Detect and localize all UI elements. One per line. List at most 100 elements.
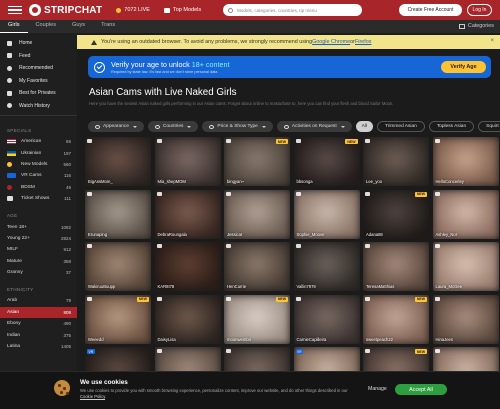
tab-couples[interactable]: Couples [28,20,65,33]
model-card[interactable]: Mia_shepMOM [154,137,221,186]
ethnicity-heading: ETHNICITY [7,287,34,293]
search-icon [228,7,233,13]
tag-all[interactable]: All [355,121,373,132]
filter-label: Price & Show Type [217,124,258,129]
new-badge: NEW [414,191,427,197]
tag-trimmed-asian[interactable]: Trimmed Asian [377,121,425,132]
firefox-link[interactable]: Firefox [355,39,371,45]
sidebar-item-asian[interactable]: Asian 808 [0,306,77,319]
cookie-title: We use cookies [80,379,128,386]
model-card[interactable]: Sophie_Moove [293,189,360,239]
sidebar-item-best-privates[interactable]: Best for Privates [0,87,77,100]
model-card[interactable]: HelloConcerley [432,137,499,186]
categories-button[interactable]: Categories [458,23,494,29]
cookie-icon [54,380,70,396]
menu-icon[interactable] [8,5,22,15]
sidebar-item-young[interactable]: Young 22+ 2824 [0,233,77,244]
camera-icon [87,191,92,196]
chrome-link[interactable]: Google Chrome [312,39,350,45]
price-icon [209,124,215,129]
sidebar-item-bdsm[interactable]: BDSM 49 [0,182,77,193]
close-icon[interactable]: × [490,38,494,44]
sidebar-item-indian[interactable]: Indian 375 [0,329,77,340]
sidebar-item-ebony[interactable]: Ebony 490 [0,318,77,329]
model-card[interactable]: HenCurrie [224,242,290,291]
cookie-policy-link[interactable]: Cookie Policy [80,394,105,399]
sidebar-item-recommended[interactable]: Recommended [0,62,77,75]
camera-icon [365,191,370,196]
model-name: DaisyLisa [157,336,176,342]
model-name: Adana88 [366,231,383,237]
model-card[interactable]: DaisyLisa [154,294,221,344]
model-card[interactable]: WakiruuBuupp [85,242,151,291]
model-card[interactable]: NEW bbsonga [293,137,360,186]
model-name: Vallin7979 [296,284,316,289]
model-card[interactable]: KAR8I78 [154,242,221,291]
top-models-link[interactable]: Top Models [163,7,201,13]
model-card[interactable]: Ashley_Nor [432,189,499,239]
sidebar-item-label: Best for Privates [19,90,56,97]
countries-filter[interactable]: Countries [147,121,199,132]
camera-icon [156,349,162,353]
model-card[interactable]: BigAssMom_ [85,137,151,186]
sidebar-item-ukrainian[interactable]: Ukrainian 197 [0,147,77,158]
manage-cookies-button[interactable]: Manage [368,386,387,392]
sidebar-item-watch-history[interactable]: Watch History [0,100,77,113]
model-card[interactable]: Jessicat [224,189,290,239]
model-card[interactable]: NEW moonwembri [224,294,290,344]
brand-logo[interactable]: STRIPCHAT [29,4,102,16]
sidebar-item-feed[interactable]: Feed [0,50,77,63]
model-card[interactable]: Lee_yoo [363,137,429,186]
sidebar-item-vr-cams[interactable]: VR Cams 116 [0,170,77,181]
model-card[interactable]: TeresaMatthias [363,242,429,291]
model-card[interactable]: NEW sweetpeach22 [363,294,429,344]
model-card[interactable]: NEW bingyan~ [224,137,290,186]
tag-squirt-asian[interactable]: Squirt Asian [478,121,500,132]
model-name: BigAssMom_ [88,179,113,184]
sidebar-item-mature[interactable]: Mature 358 [0,256,77,267]
sidebar-item-american[interactable]: American 65 [0,136,77,147]
sidebar-item-teen[interactable]: Teen 18+ 1082 [0,221,77,232]
appearance-filter[interactable]: Appearance [88,121,144,132]
sidebar-item-home[interactable]: Home [0,37,77,50]
model-card[interactable]: CarnieCapilleira [293,294,360,344]
model-card[interactable]: Laura_McGee [432,242,499,291]
eye-icon [95,124,100,129]
model-name: Ashley_Nor [435,231,458,237]
tag-topless-asian[interactable]: Topless Asian [428,121,475,132]
sidebar-item-granny[interactable]: Granny 37 [0,267,77,278]
price-show-filter[interactable]: Price & Show Type [202,121,273,132]
model-card[interactable]: NEW Weeedd [85,294,151,344]
camera-icon [434,349,440,353]
model-name: Lee_yoo [366,179,383,184]
sidebar-item-new-models[interactable]: New Models 560 [0,159,77,170]
cookie-text-end: . [105,394,107,399]
sidebar-item-ticket-shows[interactable]: Ticket Shows 111 [0,193,77,204]
camera-icon [156,191,162,196]
accept-all-button[interactable]: Accept All [395,384,447,395]
model-name: sweetpeach22 [366,336,394,342]
tab-girls[interactable]: Girls [0,20,28,33]
verify-subtitle: Required by state law. It's fast and we … [111,70,218,74]
tab-trans[interactable]: Trans [93,20,123,33]
create-account-button[interactable]: Create Free Account [399,4,462,16]
sidebar-item-latina[interactable]: Latina 1405 [0,341,77,352]
search-input[interactable]: Models, categories, countries, tip menu [223,4,362,16]
new-badge: NEW [275,296,288,302]
model-card[interactable]: HinaJeen [432,294,499,344]
verify-age-button[interactable]: Verify Age [441,61,486,73]
model-card[interactable]: Erunaping [85,189,151,239]
sidebar-item-arab[interactable]: Arab 79 [0,295,77,306]
sidebar-item-milf[interactable]: MILF 912 [0,244,77,255]
new-star-icon [7,161,12,167]
activities-filter[interactable]: Activities on Request [276,121,352,132]
model-card[interactable]: Vallin7979 [293,242,360,291]
tab-guys[interactable]: Guys [64,20,93,33]
sidebar-item-count: 375 [63,332,71,338]
model-card[interactable]: DebraRoungala [154,189,221,239]
bdsm-icon [7,184,12,190]
login-button[interactable]: Log In [467,4,492,16]
model-card[interactable]: NEW Adana88 [363,189,429,239]
sidebar-item-label: Granny [7,270,23,276]
sidebar-item-favorites[interactable]: My Favorites [0,75,77,88]
